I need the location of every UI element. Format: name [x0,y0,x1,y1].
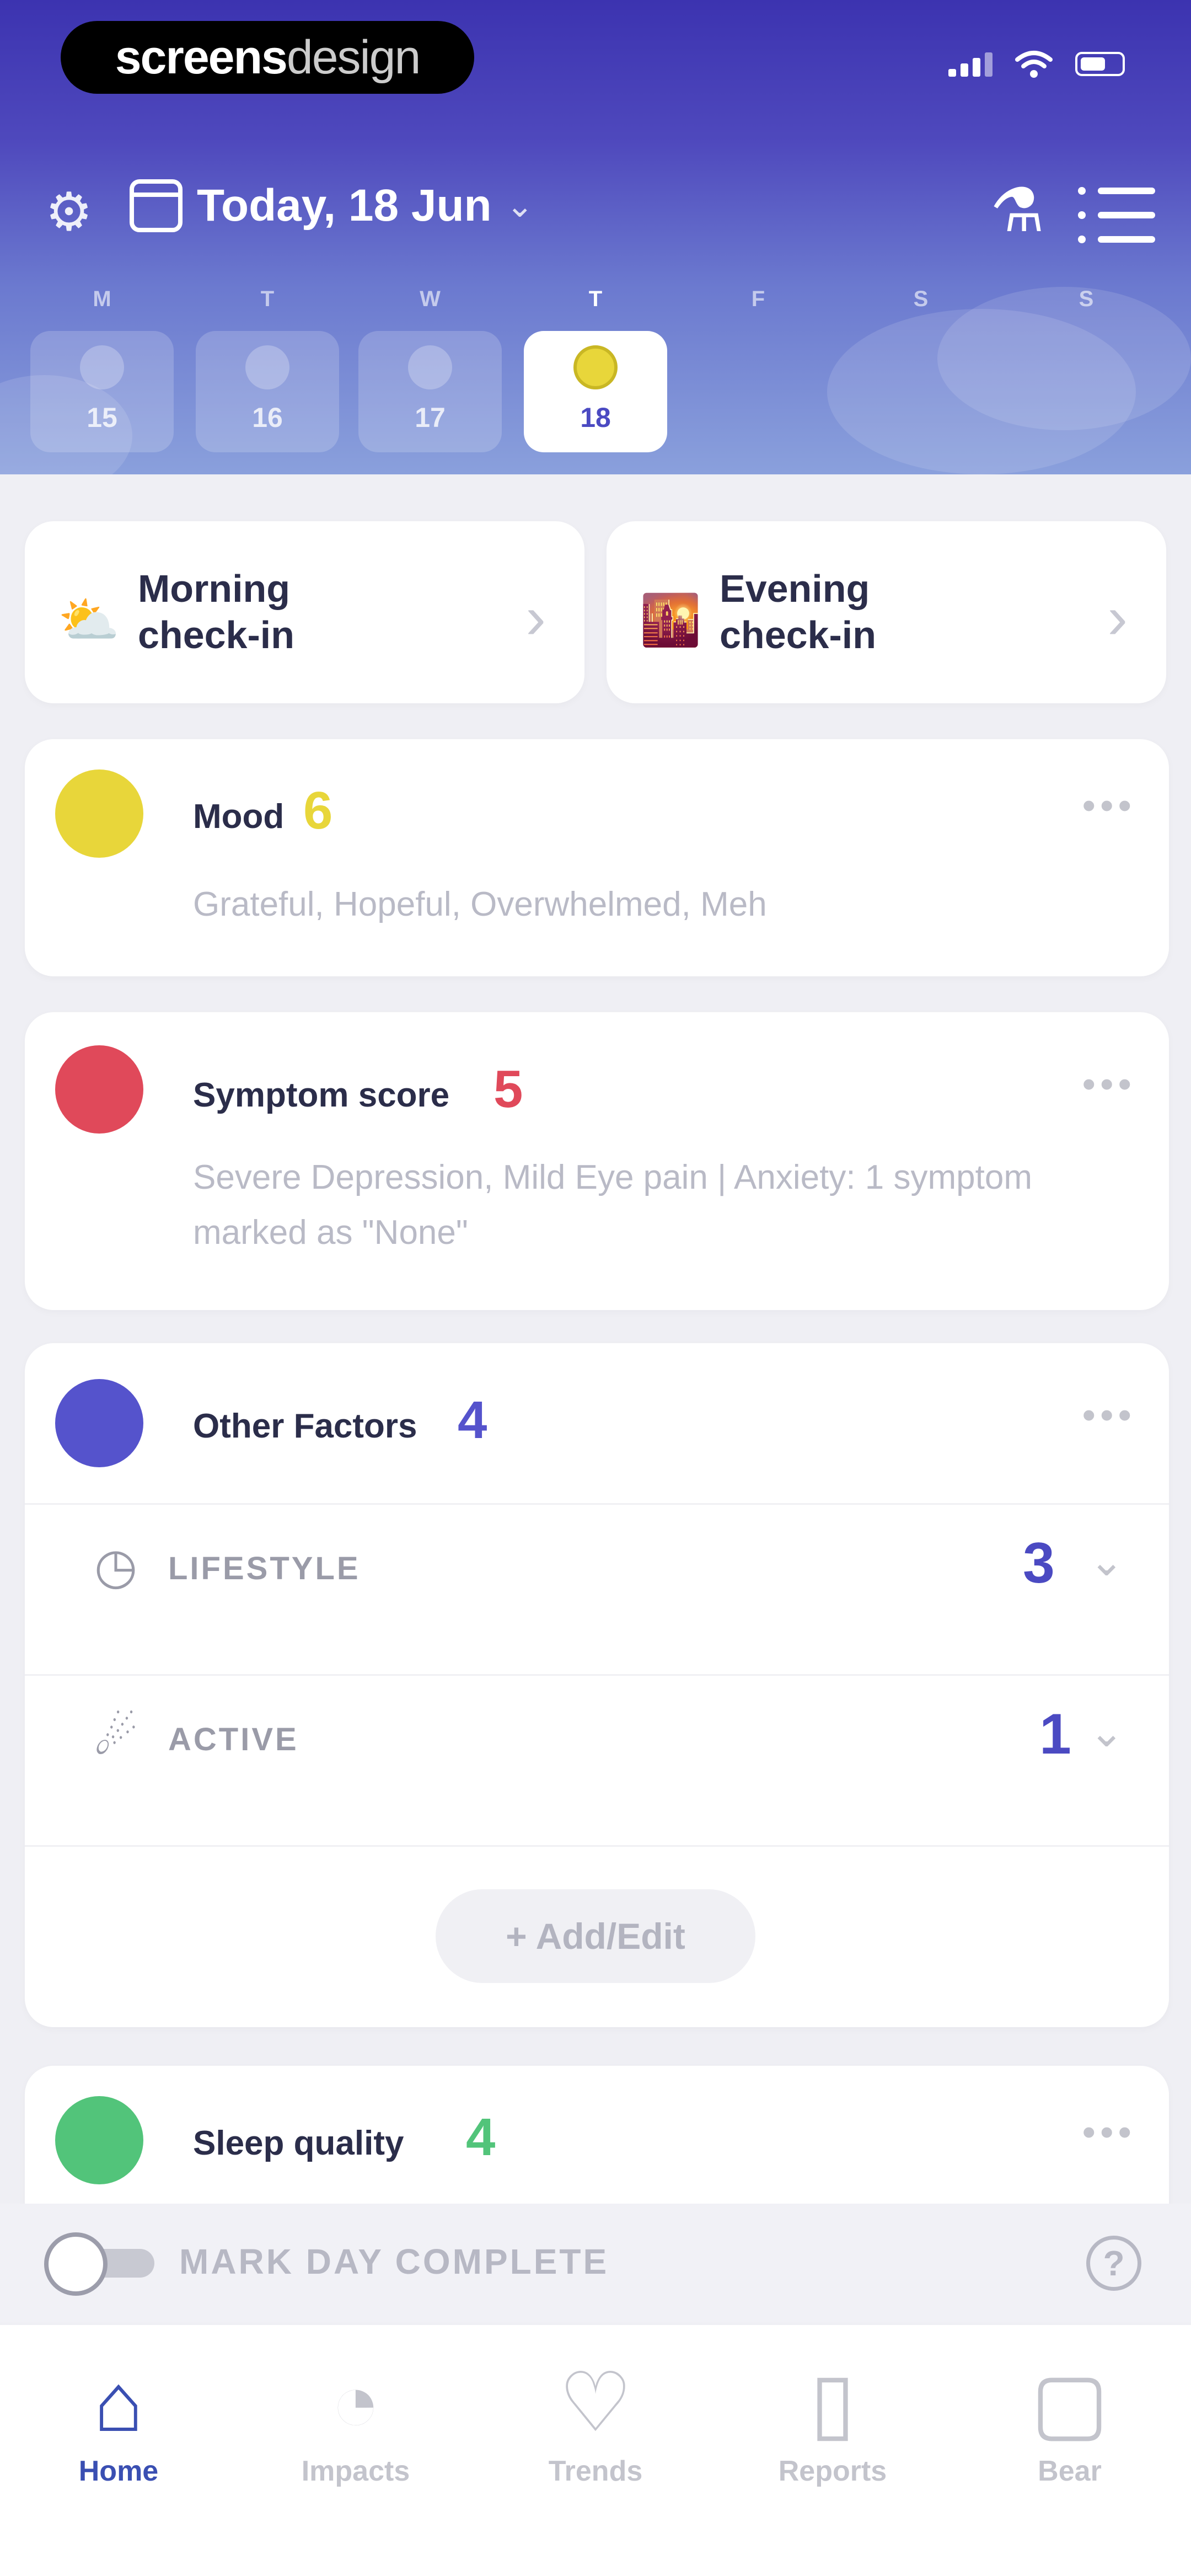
lifestyle-label: LIFESTYLE [168,1551,361,1586]
weekday-label: S [913,287,929,311]
sleep-score: 4 [466,2108,496,2167]
mood-title: Mood [193,798,285,836]
day-mood-dot [80,345,124,389]
active-label: ACTIVE [168,1722,299,1757]
weekday-label: T [260,287,275,311]
weekday-row: M T W T F S S [0,287,1191,320]
report-icon: ▯ [809,2356,856,2449]
weekday-label: W [420,287,441,311]
wifi-icon [1015,51,1053,78]
chevron-right-icon: › [1107,584,1128,651]
brand-logo: screensdesign [61,21,474,94]
chevron-down-icon: ⌄ [1089,1709,1124,1756]
day-mood-dot [408,345,452,389]
evening-checkin-label: Evening check-in [720,567,876,656]
sunset-icon: 🌇 [640,593,702,648]
symptom-card[interactable]: Symptom score 5 ••• Severe Depression, M… [25,1012,1169,1310]
sleep-title: Sleep quality [193,2124,404,2162]
other-factors-title: Other Factors [193,1407,417,1445]
divider [25,1503,1169,1505]
gauge-icon: ◔ [330,2356,381,2449]
morning-checkin-card[interactable]: ⛅ Morning check-in › [25,521,584,703]
weekday-label: M [93,287,111,311]
factors-icon [55,1379,143,1467]
morning-checkin-label: Morning check-in [138,567,294,656]
date-selector[interactable]: Today, 18 Jun ⌄ [130,179,534,232]
heart-trend-icon: ♡ [558,2356,633,2449]
evening-checkin-card[interactable]: 🌇 Evening check-in › [607,521,1166,703]
tab-bar: ⌂ Home ◔ Impacts ♡ Trends ▯ Reports ▢ Be… [0,2325,1191,2576]
symptom-details: Severe Depression, Mild Eye pain | Anxie… [193,1158,1032,1252]
divider [25,1845,1169,1847]
clock-icon: ◷ [94,1539,138,1594]
sleep-moon-icon [55,2096,143,2184]
tab-bear[interactable]: ▢ Bear [979,2355,1161,2499]
lifestyle-count: 3 [1023,1531,1055,1595]
calendar-icon [130,179,183,232]
active-count: 1 [1039,1702,1071,1766]
flask-icon[interactable]: ⚗ [987,178,1048,244]
day-cell[interactable]: 15 [30,331,174,452]
more-options-icon[interactable]: ••• [1082,783,1136,827]
other-factors-score: 4 [458,1391,487,1450]
gear-icon[interactable]: ⚙ [39,182,99,243]
signal-icon [948,51,993,77]
mark-day-label: MARK DAY COMPLETE [179,2242,609,2281]
mark-day-complete-bar: MARK DAY COMPLETE ? [0,2204,1191,2322]
divider [25,1674,1169,1676]
more-options-icon[interactable]: ••• [1082,1062,1136,1106]
top-bar: ⚙ Today, 18 Jun ⌄ ⚗ [0,171,1191,254]
weekday-label: T [588,287,603,311]
status-bar: screensdesign [0,0,1191,110]
day-strip: 15 16 17 18 [0,331,1191,458]
menu-list-icon[interactable] [1078,185,1155,245]
mood-face-icon [55,769,143,858]
weekday-label: S [1079,287,1094,311]
mark-day-toggle[interactable] [44,2232,154,2296]
day-cell[interactable]: 17 [358,331,502,452]
home-icon: ⌂ [93,2356,144,2449]
tab-home[interactable]: ⌂ Home [28,2355,210,2499]
day-cell-selected[interactable]: 18 [524,331,667,452]
more-options-icon[interactable]: ••• [1082,1393,1136,1437]
day-cell[interactable]: 16 [196,331,339,452]
help-icon[interactable]: ? [1086,2236,1141,2291]
mood-score: 6 [303,781,333,840]
chevron-right-icon: › [525,584,546,651]
add-edit-button[interactable]: + Add/Edit [436,1889,755,1983]
mood-face-icon [573,345,618,389]
chevron-down-icon: ⌄ [1089,1538,1124,1585]
active-icon: ☄ [93,1710,138,1765]
header: screensdesign ⚙ Today, 18 Jun ⌄ ⚗ M T W … [0,0,1191,474]
bear-icon: ▢ [1031,2356,1109,2449]
mood-card[interactable]: Mood 6 ••• Grateful, Hopeful, Overwhelme… [25,739,1169,976]
symptom-score: 5 [493,1060,523,1119]
symptom-icon [55,1045,143,1134]
day-mood-dot [245,345,289,389]
more-options-icon[interactable]: ••• [1082,2110,1136,2154]
chevron-down-icon: ⌄ [506,187,534,224]
date-label: Today, 18 Jun [197,180,492,231]
battery-icon [1075,52,1125,76]
mood-details: Grateful, Hopeful, Overwhelmed, Meh [193,885,767,923]
sun-cloud-icon: ⛅ [58,593,120,648]
symptom-title: Symptom score [193,1076,450,1114]
tab-reports[interactable]: ▯ Reports [742,2355,924,2499]
weekday-label: F [751,287,765,311]
tab-trends[interactable]: ♡ Trends [505,2355,686,2499]
system-icons [948,50,1125,78]
tab-impacts[interactable]: ◔ Impacts [265,2355,447,2499]
